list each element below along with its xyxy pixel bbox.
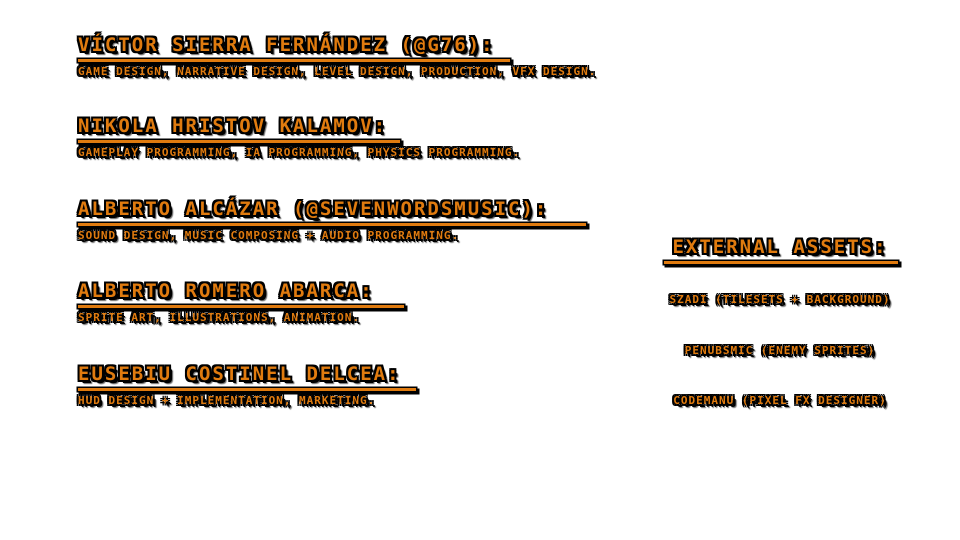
external-asset-item-1: Szadi (tilesets + background) — [669, 293, 891, 306]
credit-name-3-underline — [78, 223, 586, 226]
credit-name-2-underline — [78, 140, 400, 143]
credit-role-5: HUD design + implementation, marketing. — [78, 394, 376, 407]
external-assets-heading: External assets: — [672, 236, 888, 258]
credit-name-1: Víctor Sierra Fernández (@G76): — [78, 34, 495, 56]
external-asset-item-2: PenubSmic (enemy sprites) — [684, 344, 876, 357]
external-asset-item-3: CodeManu (Pixel FX Designer) — [673, 394, 887, 407]
credit-name-5: Eusebiu Costinel Delcea: — [78, 363, 401, 385]
credit-role-2: Gameplay programming, IA programming, ph… — [78, 146, 521, 159]
credit-name-3: Alberto Alcázar (@SevenWordsMusic): — [78, 198, 549, 220]
credit-name-1-underline — [78, 59, 510, 62]
credit-role-4: Sprite art, illustrations, animation. — [78, 311, 361, 324]
credit-name-4: Alberto Romero Abarca: — [78, 280, 374, 302]
credit-role-1: Game design, narrative design, level des… — [78, 65, 597, 78]
external-assets-heading-underline — [664, 261, 898, 264]
credit-role-3: Sound design, music composing + audio pr… — [78, 229, 460, 242]
credit-name-2: Nikola Hristov Kalamov: — [78, 115, 388, 137]
credit-name-5-underline — [78, 388, 416, 391]
credit-name-4-underline — [78, 305, 404, 308]
